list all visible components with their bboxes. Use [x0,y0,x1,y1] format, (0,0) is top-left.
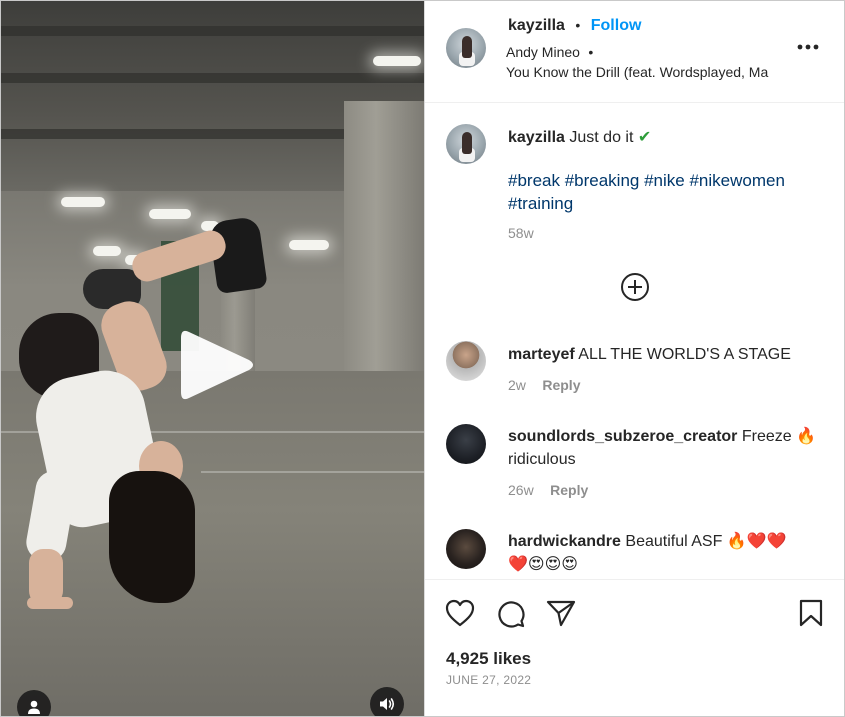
avatar[interactable] [446,424,486,464]
hashtags-line[interactable]: #break #breaking #nike #nikewomen [508,169,828,192]
check-mark-icon: ✔ [637,129,652,146]
comment-meta: 26w Reply [508,482,588,500]
separator-dot: • [575,17,581,33]
floor-line [201,471,424,473]
post-header: kayzilla • Follow Andy Mineo • You Know … [425,1,844,103]
audio-track-title: You Know the Drill (feat. Wordsplayed, M… [506,64,769,80]
comment-username[interactable]: marteyef [508,346,575,363]
ceiling-light [93,246,121,256]
send-icon[interactable] [546,599,576,627]
plus-circle-icon[interactable] [620,272,650,302]
avatar[interactable] [446,124,486,164]
ceiling-beam [1,26,424,36]
user-tags-button[interactable] [17,690,51,716]
avatar[interactable] [446,341,486,381]
comment: hardwickandre Beautiful ASF 🔥❤️❤️ ❤️😍😍😍 [508,530,828,576]
header-user-line: kayzilla • Follow [508,17,641,35]
ceiling-light [61,197,105,207]
caption-age: 58w [508,225,534,241]
reply-button[interactable]: Reply [550,482,588,498]
comment-text: ALL THE WORLD'S A STAGE [578,346,791,363]
hair [109,471,195,603]
caption-line: kayzilla Just do it ✔ [508,126,651,149]
bookmark-icon[interactable] [799,599,823,627]
post-details-panel: kayzilla • Follow Andy Mineo • You Know … [424,1,844,716]
audio-artist-line: Andy Mineo • [506,44,593,62]
speaker-icon [380,698,395,710]
play-icon[interactable] [177,324,257,406]
ceiling-light [149,209,191,219]
reel-video[interactable] [1,1,424,716]
comment-age: 26w [508,482,534,498]
audio-toggle-button[interactable] [370,687,404,716]
ceiling-light [373,56,421,66]
user-icon [28,700,40,714]
reply-button[interactable]: Reply [542,377,580,393]
caption-hashtags: #break #breaking #nike #nikewomen #train… [508,169,828,215]
comment-username[interactable]: soundlords_subzeroe_creator [508,428,737,445]
likes-count[interactable]: 4,925 likes [446,649,531,669]
instagram-post-modal: kayzilla • Follow Andy Mineo • You Know … [0,0,845,717]
avatar[interactable] [446,529,486,569]
comment-text: Beautiful ASF 🔥❤️❤️ [625,533,787,550]
comments-list[interactable]: kayzilla Just do it ✔ #break #breaking #… [425,104,844,579]
comment-text-continued: ❤️😍😍😍 [508,556,578,573]
hand [27,597,73,609]
ceiling-light [289,240,329,250]
audio-track[interactable]: You Know the Drill (feat. Wordsplayed, M… [506,64,781,82]
more-horizontal-icon[interactable] [797,44,819,50]
hashtags-line[interactable]: #training [508,192,828,215]
separator-dot: • [588,44,594,60]
comment-text: Freeze 🔥 [741,428,817,445]
post-date: JUNE 27, 2022 [446,673,532,687]
follow-button[interactable]: Follow [591,17,642,34]
comment-meta: 2w Reply [508,377,580,395]
comment: marteyef ALL THE WORLD'S A STAGE [508,343,791,366]
audio-artist[interactable]: Andy Mineo [506,44,580,60]
comment-text-continued: ridiculous [508,451,576,468]
avatar[interactable] [446,28,486,68]
heart-icon[interactable] [445,599,475,627]
action-bar [425,579,844,716]
comment-username[interactable]: hardwickandre [508,533,621,550]
ceiling-beam [1,73,424,83]
comment: soundlords_subzeroe_creator Freeze 🔥 rid… [508,425,828,471]
comment-icon[interactable] [496,599,526,629]
post-author-username[interactable]: kayzilla [508,17,565,34]
caption-username[interactable]: kayzilla [508,129,565,146]
comment-age: 2w [508,377,526,393]
caption-text: Just do it [569,129,634,146]
